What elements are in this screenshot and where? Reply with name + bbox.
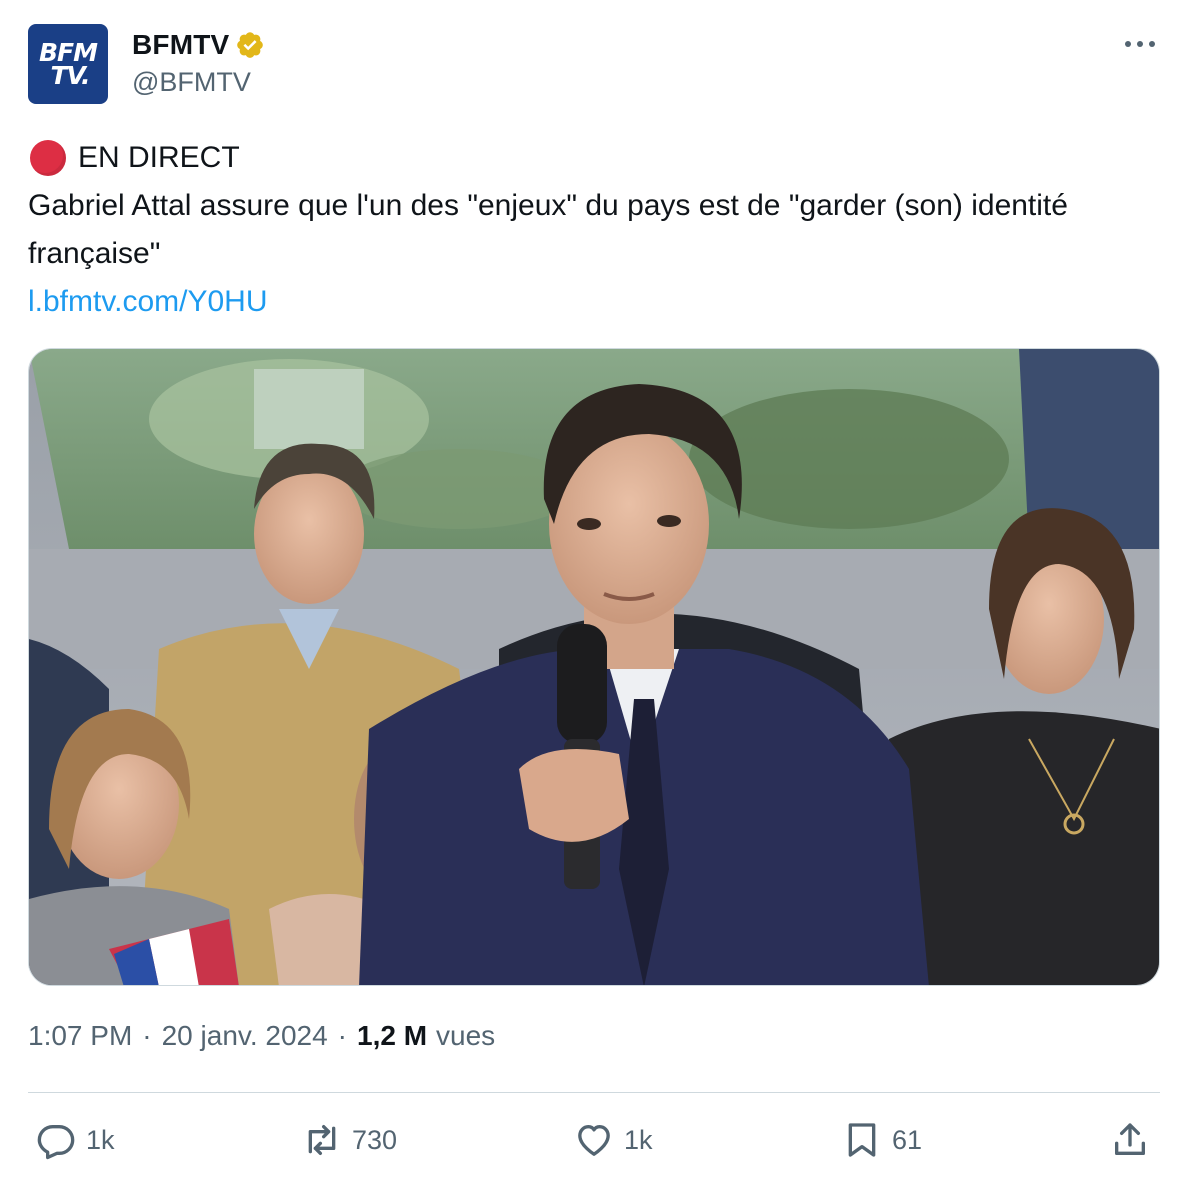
verified-badge-icon [237, 32, 264, 58]
reply-count: 1k [86, 1124, 115, 1155]
handle[interactable]: @BFMTV [132, 67, 265, 98]
tweet-meta: 1:07 PM · 20 janv. 2024 · 1,2 M vues [28, 1020, 495, 1052]
tweet-header: BFM TV. BFMTV @BFMTV [28, 24, 1162, 104]
repost-count: 730 [352, 1124, 398, 1155]
display-name-row: BFMTV [132, 26, 265, 64]
views-label: vues [436, 1020, 496, 1051]
share-icon [1115, 1123, 1145, 1155]
repost-button[interactable]: 730 [302, 1112, 397, 1168]
divider [28, 1092, 1160, 1093]
live-label: EN DIRECT [78, 141, 240, 174]
reply-icon [37, 1125, 75, 1160]
bookmark-button[interactable]: 61 [842, 1112, 922, 1168]
live-row: EN DIRECT [28, 134, 1162, 182]
reply-button[interactable]: 1k [36, 1112, 115, 1168]
tweet-text: EN DIRECT Gabriel Attal assure que l'un … [28, 134, 1162, 326]
red-circle-icon [30, 140, 66, 176]
bookmark-count: 61 [892, 1124, 923, 1155]
avatar-logo-line2: TV. [50, 61, 90, 90]
views-count: 1,2 M [357, 1020, 428, 1051]
author-names: BFMTV @BFMTV [132, 26, 265, 98]
repost-icon [308, 1125, 336, 1155]
more-icon[interactable] [1122, 32, 1158, 56]
tweet-time[interactable]: 1:07 PM [28, 1020, 132, 1052]
tweet-body: Gabriel Attal assure que l'un des "enjeu… [28, 189, 1068, 270]
meta-separator: · [337, 1020, 347, 1051]
tweet-media-photo[interactable] [28, 348, 1160, 986]
meta-separator: · [142, 1020, 152, 1051]
action-bar: 1k 730 1k 61 [28, 1112, 1162, 1172]
display-name[interactable]: BFMTV [132, 29, 229, 61]
like-button[interactable]: 1k [574, 1112, 653, 1168]
tweet-link[interactable]: l.bfmtv.com/Y0HU [28, 278, 268, 326]
share-button[interactable] [1110, 1112, 1150, 1168]
bookmark-icon [848, 1123, 876, 1157]
tweet-date[interactable]: 20 janv. 2024 [162, 1020, 328, 1052]
like-count: 1k [624, 1124, 653, 1155]
avatar[interactable]: BFM TV. [28, 24, 108, 104]
heart-icon [578, 1125, 610, 1156]
photo-illustration [29, 349, 1159, 985]
